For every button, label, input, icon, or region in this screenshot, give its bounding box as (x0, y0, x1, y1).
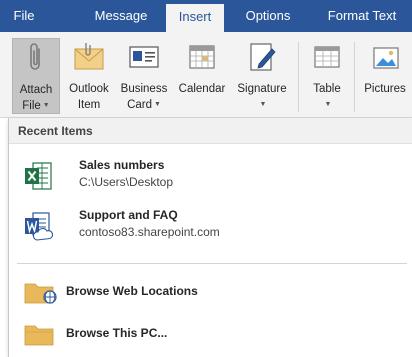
browse-this-pc-item[interactable]: Browse This PC... (9, 317, 412, 351)
attach-file-dropdown: Recent Items Sales numbers C:\Users\Desk… (8, 118, 412, 357)
recent-item-path: C:\Users\Desktop (79, 175, 174, 189)
menu-divider (17, 263, 407, 264)
ribbon: Attach File ▼ Outlook Item Business Card ▼ (0, 32, 412, 118)
outlook-item-label-line1: Outlook (69, 83, 109, 95)
folder-icon (24, 325, 54, 346)
business-card-label-line2: Card ▼ (127, 99, 161, 111)
calendar-label: Calendar (178, 83, 226, 95)
excel-file-icon (25, 162, 52, 190)
signature-pen-icon (250, 43, 276, 71)
ribbon-tab-bar: File Message Insert Options Format Text (0, 0, 412, 32)
envelope-icon (74, 43, 104, 70)
pictures-button[interactable]: Pictures (358, 38, 412, 114)
browse-this-pc-label: Browse This PC... (66, 326, 168, 340)
business-card-button[interactable]: Business Card ▼ (116, 38, 172, 114)
table-button[interactable]: Table ▼ (304, 38, 350, 114)
table-icon (314, 46, 340, 68)
recent-item-name: Sales numbers (79, 158, 165, 172)
recent-item-sales-numbers[interactable]: Sales numbers C:\Users\Desktop (9, 152, 412, 200)
dropdown-arrow-icon: ▼ (42, 102, 50, 109)
recent-items-header: Recent Items (9, 118, 412, 144)
attach-file-label-line2: File ▼ (22, 100, 50, 112)
picture-icon (373, 47, 399, 69)
outlook-item-button[interactable]: Outlook Item (63, 38, 115, 114)
browse-web-locations-label: Browse Web Locations (66, 284, 198, 298)
browse-web-locations-item[interactable]: Browse Web Locations (9, 275, 412, 309)
pictures-label: Pictures (364, 83, 406, 95)
signature-button[interactable]: Signature ▼ (232, 38, 292, 114)
word-file-icon (25, 212, 53, 241)
table-dropdown-arrow: ▼ (304, 98, 350, 112)
ribbon-separator (354, 42, 355, 112)
business-card-icon (129, 46, 159, 68)
attach-file-button[interactable]: Attach File ▼ (12, 38, 60, 114)
tab-message[interactable]: Message (86, 0, 156, 32)
signature-dropdown-arrow: ▼ (232, 98, 292, 112)
calendar-icon (189, 45, 215, 69)
tab-file[interactable]: File (0, 0, 48, 32)
recent-item-support-faq[interactable]: Support and FAQ contoso83.sharepoint.com (9, 202, 412, 250)
calendar-button[interactable]: Calendar (173, 38, 231, 114)
recent-item-path: contoso83.sharepoint.com (79, 225, 220, 239)
dropdown-arrow-icon: ▼ (324, 101, 332, 108)
tab-insert[interactable]: Insert (166, 4, 224, 32)
business-card-label-line1: Business (120, 83, 168, 95)
tab-options[interactable]: Options (236, 0, 300, 32)
recent-item-name: Support and FAQ (79, 208, 178, 222)
attach-file-label-line1: Attach (19, 84, 53, 96)
folder-globe-icon (24, 283, 57, 304)
ribbon-separator (298, 42, 299, 112)
paperclip-icon (30, 43, 40, 70)
dropdown-arrow-icon: ▼ (259, 101, 267, 108)
table-label: Table (313, 83, 341, 95)
tab-format-text[interactable]: Format Text (314, 0, 410, 32)
signature-label: Signature (237, 83, 287, 95)
outlook-item-label-line2: Item (77, 99, 101, 111)
dropdown-arrow-icon: ▼ (154, 101, 161, 108)
